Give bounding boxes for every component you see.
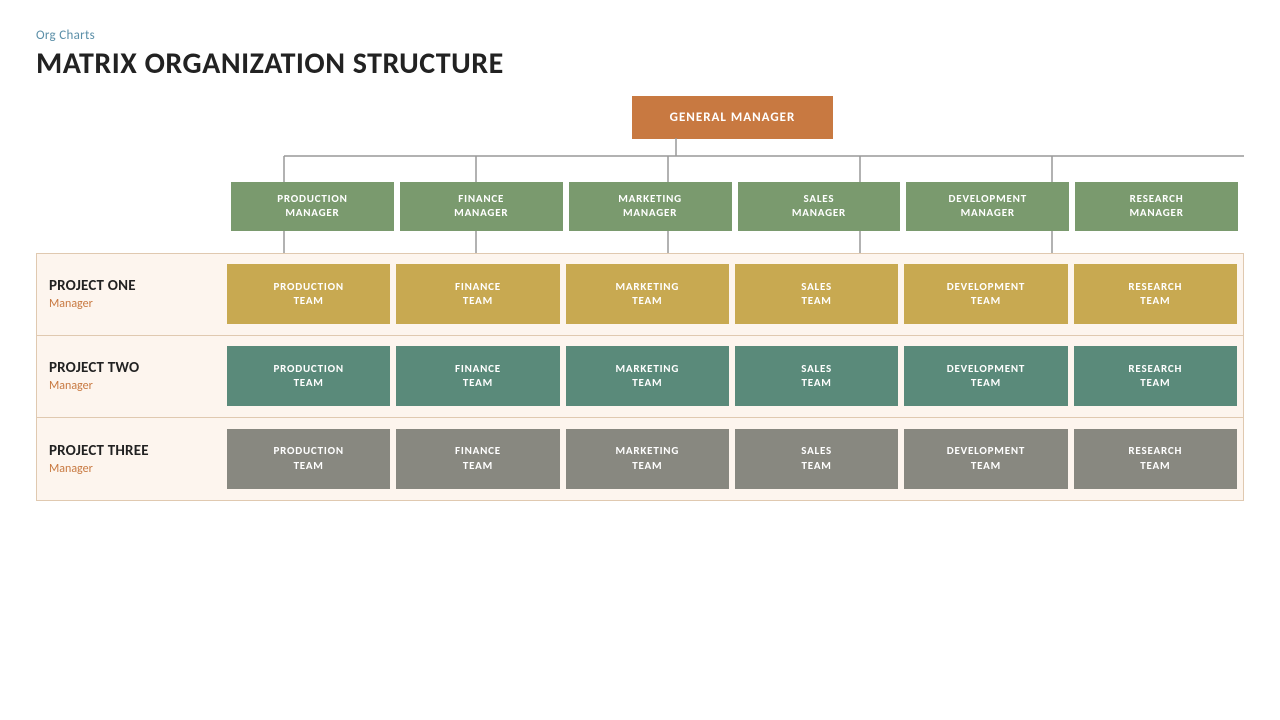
project-two-label: PROJECT TWO Manager [37,336,227,417]
team-p1-production: PRODUCTIONTEAM [227,264,390,324]
connector2-svg [36,231,1244,253]
team-p3-finance: FINANCETEAM [396,429,559,489]
team-p2-marketing: MARKETINGTEAM [566,346,729,406]
project-two-name: PROJECT TWO [49,359,211,377]
project-three-label: PROJECT THREE Manager [37,418,227,500]
team-p1-marketing: MARKETINGTEAM [566,264,729,324]
project-two-teams: PRODUCTIONTEAM FINANCETEAM MARKETINGTEAM… [227,336,1243,417]
gm-box: GENERAL MANAGER [632,96,834,139]
team-p2-research: RESEARCHTEAM [1074,346,1237,406]
team-p1-development: DEVELOPMENTTEAM [904,264,1067,324]
team-p3-research: RESEARCHTEAM [1074,429,1237,489]
team-p3-production: PRODUCTIONTEAM [227,429,390,489]
project-three-teams: PRODUCTIONTEAM FINANCETEAM MARKETINGTEAM… [227,418,1243,500]
project-one-name: PROJECT ONE [49,277,211,295]
team-p2-sales: SALESTEAM [735,346,898,406]
team-p1-research: RESEARCHTEAM [1074,264,1237,324]
project-three-manager: Manager [49,462,211,476]
team-p2-production: PRODUCTIONTEAM [227,346,390,406]
team-p3-development: DEVELOPMENTTEAM [904,429,1067,489]
project-one-manager: Manager [49,297,211,311]
team-p2-development: DEVELOPMENTTEAM [904,346,1067,406]
team-p2-finance: FINANCETEAM [396,346,559,406]
team-p1-finance: FINANCETEAM [396,264,559,324]
gm-label: GENERAL MANAGER [670,110,796,125]
managers-row: PRODUCTIONMANAGER FINANCEMANAGER MARKETI… [36,182,1244,231]
project-row-one: PROJECT ONE Manager PRODUCTIONTEAM FINAN… [37,254,1243,336]
team-p3-sales: SALESTEAM [735,429,898,489]
connector-svg [36,138,1244,182]
manager-marketing: MARKETINGMANAGER [569,182,732,231]
manager-research: RESEARCHMANAGER [1075,182,1238,231]
manager-production: PRODUCTIONMANAGER [231,182,394,231]
manager-finance: FINANCEMANAGER [400,182,563,231]
manager-development: DEVELOPMENTMANAGER [906,182,1069,231]
project-two-manager: Manager [49,379,211,393]
project-one-teams: PRODUCTIONTEAM FINANCETEAM MARKETINGTEAM… [227,254,1243,335]
team-p3-marketing: MARKETINGTEAM [566,429,729,489]
team-p1-sales: SALESTEAM [735,264,898,324]
page: Org Charts MATRIX ORGANIZATION STRUCTURE… [0,0,1280,720]
project-row-three: PROJECT THREE Manager PRODUCTIONTEAM FIN… [37,418,1243,500]
projects-area: PROJECT ONE Manager PRODUCTIONTEAM FINAN… [36,253,1244,501]
project-one-label: PROJECT ONE Manager [37,254,227,335]
page-title: MATRIX ORGANIZATION STRUCTURE [36,45,1244,82]
subtitle: Org Charts [36,28,1244,43]
manager-sales: SALESMANAGER [738,182,901,231]
project-three-name: PROJECT THREE [49,442,211,460]
org-chart: GENERAL MANAGER PRODUCTIONMANAGER [36,96,1244,501]
project-row-two: PROJECT TWO Manager PRODUCTIONTEAM FINAN… [37,336,1243,418]
